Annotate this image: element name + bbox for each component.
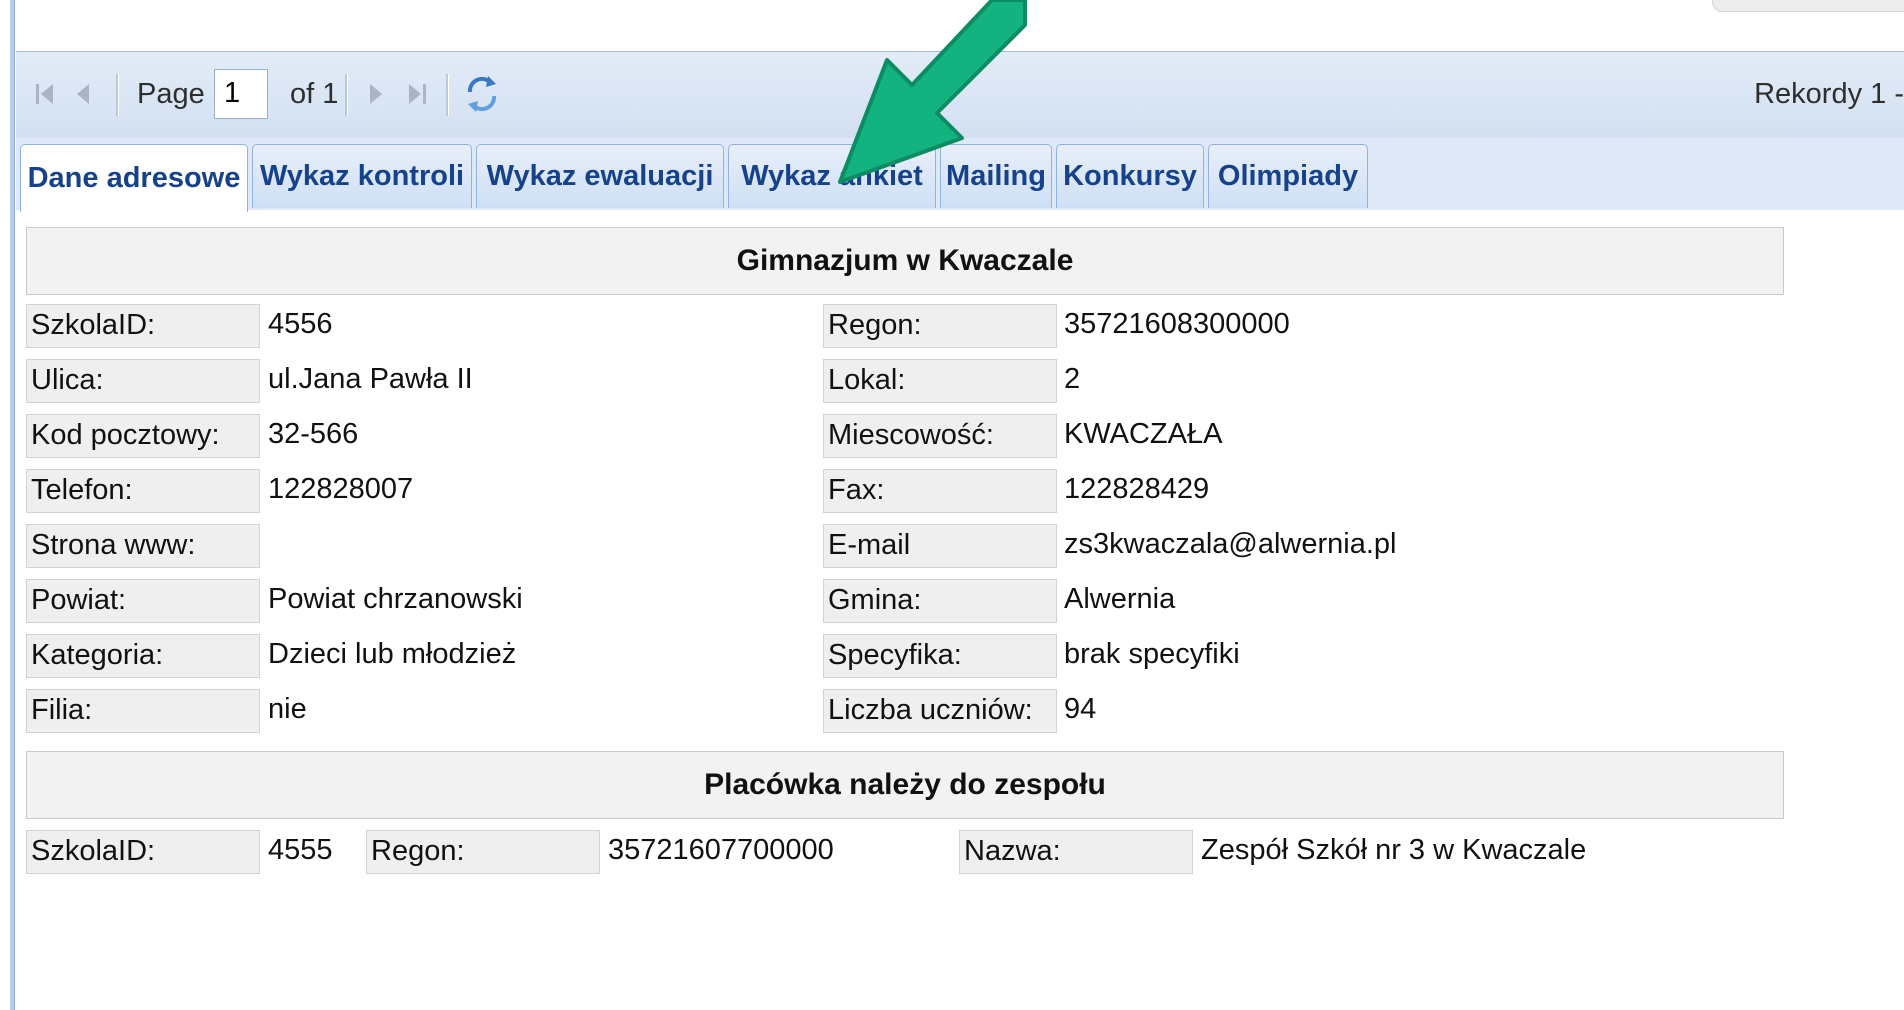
school-name-header: Gimnazjum w Kwaczale	[26, 227, 1784, 295]
parent-nazwa-value: Zespół Szkół nr 3 w Kwaczale	[1201, 834, 1587, 866]
field-label: Powiat:	[26, 579, 260, 623]
field-value: Dzieci lub młodzież	[268, 638, 517, 670]
page-count-label: of 1	[290, 78, 339, 110]
field-value	[263, 524, 268, 568]
toolbar-separator	[345, 74, 348, 116]
refresh-icon[interactable]	[462, 72, 502, 116]
field-label: Lokal:	[823, 359, 1057, 403]
tab-dane-adresowe[interactable]: Dane adresowe	[20, 144, 248, 212]
parent-szkolaid-label: SzkolaID:	[26, 830, 260, 874]
field-label: SzkolaID:	[26, 304, 260, 348]
parent-szkolaid-value: 4555	[268, 834, 333, 866]
field-label: Telefon:	[26, 469, 260, 513]
prev-page-icon[interactable]	[68, 74, 98, 114]
toolbar-separator	[116, 74, 119, 116]
field-label: E-mail	[823, 524, 1057, 568]
field-value: ul.Jana Pawła II	[268, 363, 473, 395]
next-page-icon[interactable]	[361, 74, 391, 114]
first-page-icon[interactable]	[28, 74, 62, 114]
field-label: Ulica:	[26, 359, 260, 403]
field-value: 35721608300000	[1064, 308, 1290, 340]
field-label: Liczba uczniów:	[823, 689, 1057, 733]
field-value: 122828429	[1064, 473, 1210, 505]
tab-mailing[interactable]: Mailing	[940, 144, 1052, 208]
tab-wykaz-ewaluacji[interactable]: Wykaz ewaluacji	[476, 144, 724, 208]
field-value: zs3kwaczala@alwernia.pl	[1064, 528, 1397, 560]
field-label: Specyfika:	[823, 634, 1057, 678]
parent-nazwa-label: Nazwa:	[959, 830, 1193, 874]
field-label: Kategoria:	[26, 634, 260, 678]
field-value: KWACZAŁA	[1064, 418, 1223, 450]
field-label: Fax:	[823, 469, 1057, 513]
field-value: brak specyfiki	[1064, 638, 1240, 670]
field-value: 4556	[268, 308, 333, 340]
parent-group-header: Placówka należy do zespołu	[26, 751, 1784, 819]
field-label: Miescowość:	[823, 414, 1057, 458]
field-value: 32-566	[268, 418, 359, 450]
tab-wykaz-ankiet[interactable]: Wykaz ankiet	[728, 144, 936, 208]
field-value: Alwernia	[1064, 583, 1176, 615]
field-label: Filia:	[26, 689, 260, 733]
field-label: Strona www:	[26, 524, 260, 568]
field-value: 2	[1064, 363, 1081, 395]
page-number-input[interactable]: 1	[214, 69, 268, 119]
top-right-tab	[1712, 0, 1904, 12]
toolbar-separator	[446, 74, 449, 116]
field-label: Kod pocztowy:	[26, 414, 260, 458]
records-info: Rekordy 1 -	[1754, 78, 1904, 110]
address-panel: Gimnazjum w Kwaczale SzkolaID: 4556 Ulic…	[16, 210, 1904, 1010]
tab-strip: Dane adresowe Wykaz kontroli Wykaz ewalu…	[16, 138, 1904, 212]
tab-wykaz-kontroli[interactable]: Wykaz kontroli	[252, 144, 472, 208]
field-value: nie	[268, 693, 307, 725]
parent-regon-label: Regon:	[366, 830, 600, 874]
last-page-icon[interactable]	[400, 74, 434, 114]
tab-konkursy[interactable]: Konkursy	[1056, 144, 1204, 208]
tab-olimpiady[interactable]: Olimpiady	[1208, 144, 1368, 208]
parent-regon-value: 35721607700000	[608, 834, 834, 866]
field-label: Regon:	[823, 304, 1057, 348]
field-value: 122828007	[268, 473, 414, 505]
paging-toolbar: Page 1 of 1 Rekordy 1 -	[16, 51, 1904, 139]
left-border	[10, 0, 15, 1010]
field-value: 94	[1064, 693, 1097, 725]
field-value: Powiat chrzanowski	[268, 583, 523, 615]
page-label: Page	[137, 78, 205, 110]
field-label: Gmina:	[823, 579, 1057, 623]
